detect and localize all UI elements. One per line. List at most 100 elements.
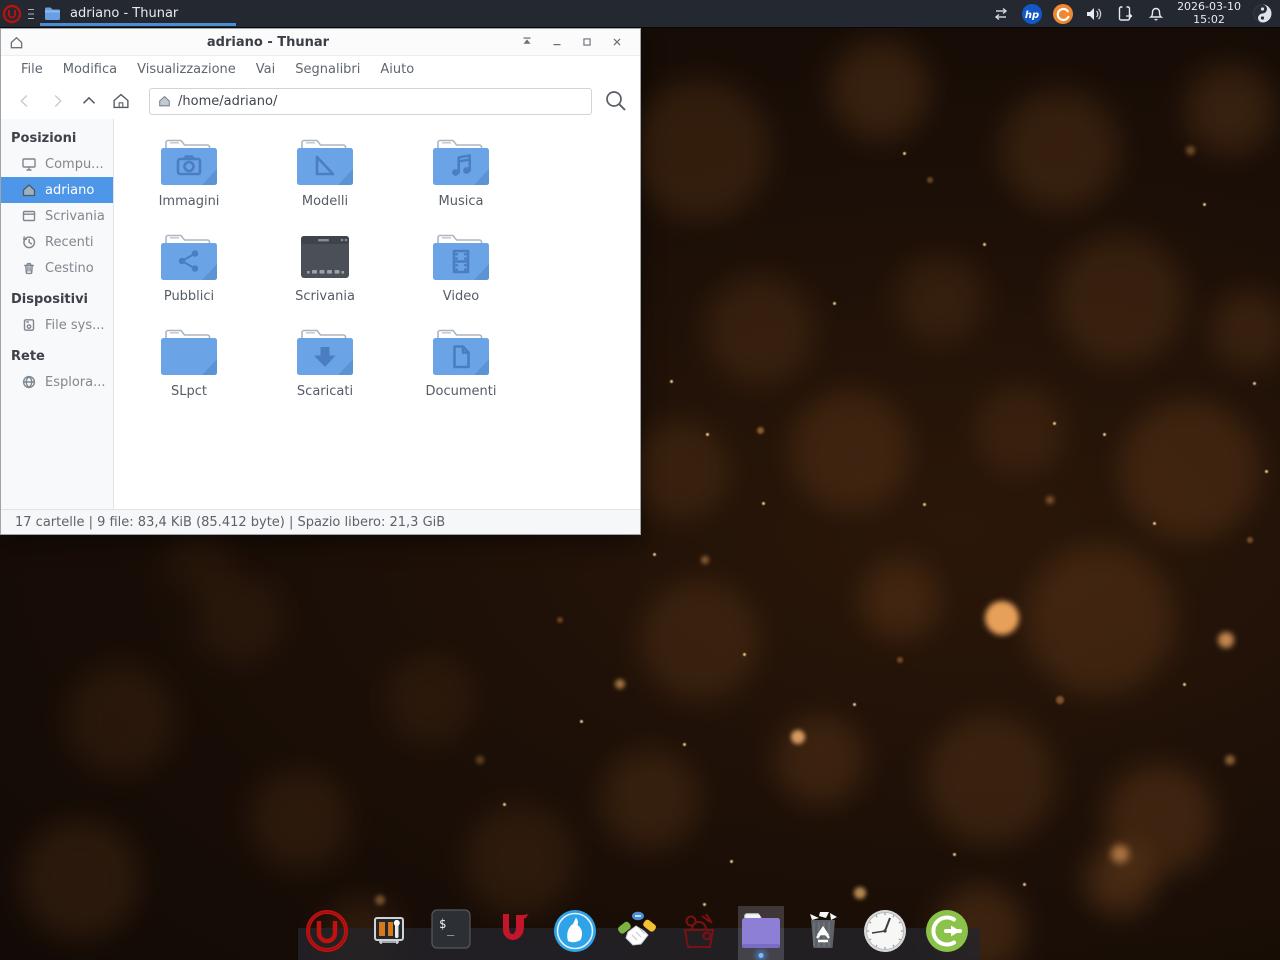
dock-item-distro-launcher[interactable] xyxy=(304,906,350,960)
sidebar-item-cestino[interactable]: Cestino xyxy=(1,255,113,281)
menu-item-modifica[interactable]: Modifica xyxy=(53,58,127,81)
path-home-icon xyxy=(157,94,172,108)
sidebar-item-label: File sys... xyxy=(45,318,105,333)
sidebar-item-esplora[interactable]: Esplora... xyxy=(1,369,113,395)
hamburger-icon[interactable] xyxy=(24,0,38,28)
folder-label: Documenti xyxy=(426,384,497,399)
folder-modelli-icon xyxy=(294,136,356,188)
dock-item-handshake-app[interactable] xyxy=(614,906,660,960)
back-button[interactable] xyxy=(9,87,41,115)
sidebar-item-file-sys[interactable]: File sys... xyxy=(1,312,113,338)
menu-item-aiuto[interactable]: Aiuto xyxy=(370,58,424,81)
sidebar-section-dispositivi: Dispositivi xyxy=(1,288,113,312)
dock: $_ xyxy=(298,900,980,960)
folder-musica-icon xyxy=(430,136,492,188)
update-icon[interactable] xyxy=(1051,0,1075,28)
distro-logo-icon[interactable] xyxy=(0,0,24,28)
statusbar-text: 17 cartelle | 9 file: 83,4 KiB (85.412 b… xyxy=(15,515,445,530)
uget-downloader-icon xyxy=(491,908,535,956)
menu-item-vai[interactable]: Vai xyxy=(246,58,285,81)
folder-item-musica[interactable]: Musica xyxy=(393,136,529,231)
yin-yang-icon[interactable] xyxy=(1250,0,1274,28)
top-panel: adriano - Thunar hp 2026-03-10 15:02 xyxy=(0,0,1280,28)
folder-item-pubblici[interactable]: Pubblici xyxy=(121,231,257,326)
sidebar-section-posizioni: Posizioni xyxy=(1,127,113,151)
menu-item-file[interactable]: File xyxy=(11,58,53,81)
maximize-button[interactable] xyxy=(572,31,602,53)
panel-clock[interactable]: 2026-03-10 15:02 xyxy=(1175,1,1243,26)
home-button[interactable] xyxy=(105,87,137,115)
sidebar-item-label: Compu... xyxy=(45,157,104,172)
folder-video-icon xyxy=(430,231,492,283)
minimize-button[interactable] xyxy=(542,31,572,53)
dock-item-file-manager[interactable] xyxy=(738,906,784,960)
menu-item-visualizzazione[interactable]: Visualizzazione xyxy=(127,58,246,81)
window-home-icon xyxy=(9,35,24,50)
volume-icon[interactable] xyxy=(1082,0,1106,28)
folder-item-immagini[interactable]: Immagini xyxy=(121,136,257,231)
sidebar-item-adriano[interactable]: adriano xyxy=(1,177,113,203)
folder-label: Modelli xyxy=(302,194,348,209)
folder-item-video[interactable]: Video xyxy=(393,231,529,326)
dock-item-uget-downloader[interactable] xyxy=(490,906,536,960)
search-button[interactable] xyxy=(600,87,632,115)
trash-icon xyxy=(800,908,846,958)
thunar-window: adriano - Thunar FileModificaVisualizzaz… xyxy=(0,28,641,535)
up-button[interactable] xyxy=(73,87,105,115)
svg-text:$: $ xyxy=(439,917,446,931)
folder-icon xyxy=(44,6,61,21)
notifications-icon[interactable] xyxy=(1144,0,1168,28)
dock-item-logout[interactable] xyxy=(924,906,970,960)
svg-text:_: _ xyxy=(447,922,455,936)
folder-label: Immagini xyxy=(159,194,220,209)
folder-item-scaricati[interactable]: Scaricati xyxy=(257,326,393,421)
folder-item-scrivania[interactable]: Scrivania xyxy=(257,231,393,326)
folder-icon-view: Immagini Modelli Musica Pubblici Scrivani… xyxy=(114,119,640,509)
taskbar-window-button[interactable]: adriano - Thunar xyxy=(38,0,238,27)
folder-label: Pubblici xyxy=(164,289,214,304)
clock-icon xyxy=(862,908,908,958)
sidebar-item-label: Cestino xyxy=(45,261,94,276)
folder-item-modelli[interactable]: Modelli xyxy=(257,136,393,231)
titlebar[interactable]: adriano - Thunar xyxy=(1,29,640,56)
folder-slpct-icon xyxy=(158,326,220,378)
menu-item-segnalibri[interactable]: Segnalibri xyxy=(285,58,370,81)
folder-pubblici-icon xyxy=(158,231,220,283)
sidebar-item-scrivania[interactable]: Scrivania xyxy=(1,203,113,229)
folder-item-slpct[interactable]: SLpct xyxy=(121,326,257,421)
shade-button[interactable] xyxy=(512,31,542,53)
sidebar-item-recenti[interactable]: Recenti xyxy=(1,229,113,255)
sidebar-item-compu[interactable]: Compu... xyxy=(1,151,113,177)
dock-item-trash[interactable] xyxy=(800,906,846,960)
file-manager-icon xyxy=(738,908,784,958)
sync-arrows-icon[interactable] xyxy=(989,0,1013,28)
folder-label: Musica xyxy=(439,194,484,209)
hp-icon[interactable]: hp xyxy=(1020,0,1044,28)
sidebar-item-label: Recenti xyxy=(45,235,94,250)
librewolf-browser-icon xyxy=(552,908,598,958)
clock-time: 15:02 xyxy=(1177,14,1241,27)
dock-item-terminal[interactable]: $_ xyxy=(428,906,474,960)
network-icon xyxy=(21,374,37,390)
drive-icon xyxy=(21,317,37,333)
dock-item-toolbox-app[interactable] xyxy=(676,906,722,960)
folder-immagini-icon xyxy=(158,136,220,188)
folder-item-documenti[interactable]: Documenti xyxy=(393,326,529,421)
dock-item-clock[interactable] xyxy=(862,906,908,960)
dock-item-librewolf-browser[interactable] xyxy=(552,906,598,960)
computer-icon xyxy=(21,156,37,172)
sidebar-section-rete: Rete xyxy=(1,345,113,369)
forward-button[interactable] xyxy=(41,87,73,115)
sidebar-item-label: Esplora... xyxy=(45,375,106,390)
clipboard-icon[interactable] xyxy=(1113,0,1137,28)
path-text: /home/adriano/ xyxy=(178,94,277,109)
folder-label: Scrivania xyxy=(295,289,355,304)
folder-label: Video xyxy=(443,289,479,304)
statusbar: 17 cartelle | 9 file: 83,4 KiB (85.412 b… xyxy=(1,509,640,534)
folder-documenti-icon xyxy=(430,326,492,378)
close-button[interactable] xyxy=(602,31,632,53)
dock-item-video-editor[interactable] xyxy=(366,906,412,960)
path-bar[interactable]: /home/adriano/ xyxy=(149,88,592,115)
home-icon xyxy=(21,182,37,198)
toolbar: /home/adriano/ xyxy=(1,83,640,119)
